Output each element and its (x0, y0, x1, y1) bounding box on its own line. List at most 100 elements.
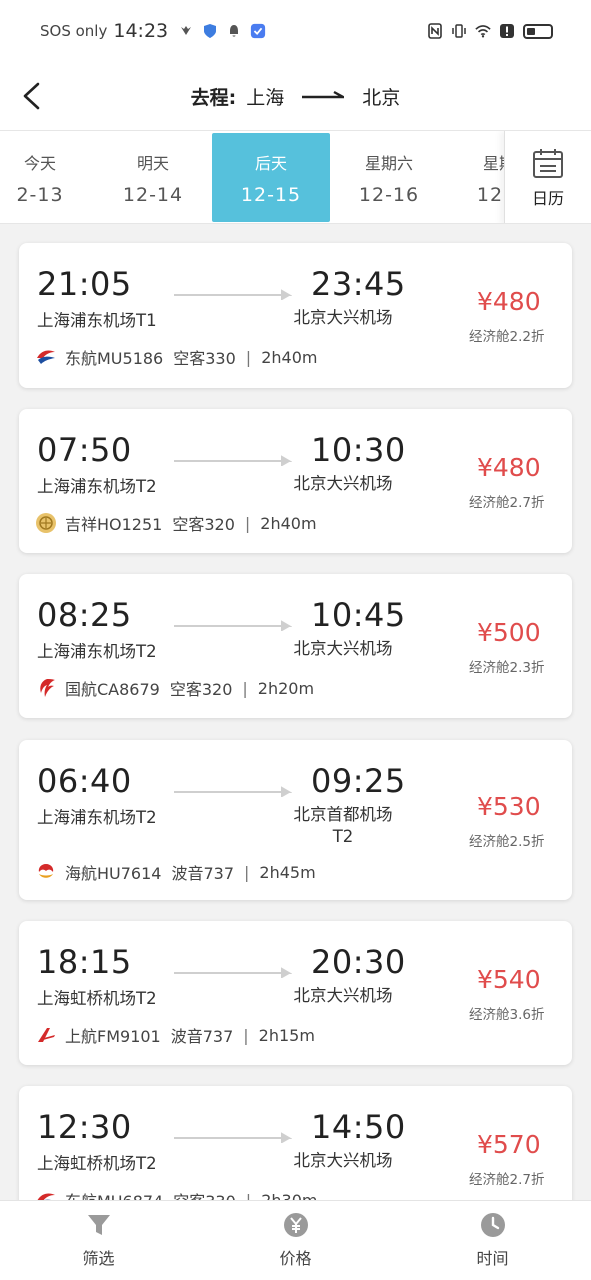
arrival-airport: 北京大兴机场 (293, 639, 393, 658)
ticket-price: ¥500 (477, 618, 541, 647)
flight-card[interactable]: 21:05 上海浦东机场T1 23:45 北京大兴机场 ¥480 经济舱2.2折… (19, 243, 572, 388)
price-sort-button[interactable]: 价格 (197, 1201, 394, 1280)
date-tab-saturday[interactable]: 星期六 12-16 (330, 133, 448, 222)
filter-icon (87, 1215, 110, 1235)
ticket-price: ¥570 (477, 1130, 541, 1159)
cabin-discount: 经济舱2.2折 (469, 329, 545, 345)
flight-arrow-icon (174, 455, 292, 466)
flight-duration: 2h45m (259, 862, 316, 882)
departure-airport: 上海浦东机场T2 (37, 477, 157, 496)
date-tab-tomorrow[interactable]: 明天 12-14 (94, 133, 212, 222)
arrival-time: 10:45 (311, 596, 406, 634)
departure-time: 21:05 (37, 265, 132, 303)
battery-icon (523, 23, 553, 39)
aircraft-type: 空客330 (173, 349, 236, 368)
ticket-price: ¥480 (477, 453, 541, 482)
flight-duration: 2h40m (260, 513, 317, 533)
departure-airport: 上海虹桥机场T2 (37, 989, 157, 1008)
cabin-discount: 经济舱2.7折 (469, 1172, 545, 1188)
arrival-airport: 北京首都机场T2 (293, 805, 393, 846)
flight-duration: 2h30m (261, 1190, 318, 1201)
date-tab-sunday[interactable]: 星期日 12-17 (448, 133, 504, 222)
departure-time: 12:30 (37, 1108, 132, 1146)
clock-icon (480, 1213, 505, 1237)
airline-flight-number: 东航MU5186 (65, 349, 164, 368)
date-tab-day: 星期六 (364, 153, 413, 173)
filter-button[interactable]: 筛选 (0, 1201, 197, 1280)
date-tab-date: 12-17 (476, 183, 504, 206)
bell-icon (230, 25, 239, 37)
aircraft-type: 空客320 (169, 680, 233, 699)
cabin-discount: 经济舱2.3折 (469, 660, 545, 676)
flight-card[interactable]: 18:15 上海虹桥机场T2 20:30 北京大兴机场 ¥540 经济舱3.6折… (19, 921, 572, 1065)
nfc-icon (428, 23, 442, 39)
separator: | (245, 347, 252, 367)
date-tab-day-after[interactable]: 后天 12-15 (212, 133, 330, 222)
time-sort-button[interactable]: 时间 (394, 1201, 591, 1280)
departure-time: 07:50 (37, 431, 132, 469)
back-arrow-icon[interactable] (18, 76, 52, 116)
arrival-time: 20:30 (311, 943, 406, 981)
vibrate-icon (452, 24, 466, 38)
air-china-logo-icon (40, 679, 55, 697)
flight-list[interactable]: 21:05 上海浦东机场T1 23:45 北京大兴机场 ¥480 经济舱2.2折… (0, 224, 591, 1200)
flight-duration: 2h15m (258, 1025, 315, 1045)
arrival-time: 09:25 (311, 762, 406, 800)
price-label: 价格 (279, 1249, 312, 1268)
ticket-price: ¥530 (477, 792, 541, 821)
time-label: 时间 (476, 1249, 509, 1268)
date-tab-today[interactable]: 今天 2-13 (0, 133, 99, 222)
flight-card[interactable]: 12:30 上海虹桥机场T2 14:50 北京大兴机场 ¥570 经济舱2.7折… (19, 1086, 572, 1200)
price-icon (283, 1213, 308, 1237)
app-notification-icon (181, 26, 192, 35)
aircraft-type: 空客330 (173, 1188, 236, 1200)
flight-card[interactable]: 07:50 上海浦东机场T2 10:30 北京大兴机场 ¥480 经济舱2.7折… (19, 409, 572, 553)
calendar-label: 日历 (531, 189, 564, 208)
bottom-toolbar: 筛选 价格 时间 (0, 1200, 591, 1280)
route-title: 去程: 上海 北京 (191, 83, 401, 110)
departure-airport: 上海浦东机场T2 (37, 642, 157, 661)
flight-arrow-icon (174, 786, 292, 797)
date-tab-date: 12-16 (358, 183, 420, 206)
arrival-time: 14:50 (311, 1108, 406, 1146)
flight-arrow-icon (174, 1132, 292, 1143)
airline-flight-number: 上航FM9101 (65, 1027, 161, 1046)
airline-info: 海航HU7614 波音737 | 2h45m (35, 860, 316, 884)
header: 去程: 上海 北京 (0, 62, 591, 130)
date-tab-day: 明天 (136, 153, 169, 173)
airline-flight-number: 吉祥HO1251 (65, 515, 163, 534)
airline-flight-number: 海航HU7614 (65, 864, 162, 883)
departure-airport: 上海虹桥机场T2 (37, 1154, 157, 1173)
cabin-discount: 经济舱3.6折 (469, 1007, 545, 1023)
hainan-airlines-logo-icon (38, 864, 54, 878)
date-tab-date: 2-13 (16, 183, 64, 206)
airline-info: 东航MU6874 空客330 | 2h30m (35, 1188, 317, 1200)
carrier-text: SOS only (40, 22, 108, 40)
airline-info: 东航MU5186 空客330 | 2h40m (35, 345, 317, 369)
clock-time: 14:23 (113, 20, 169, 42)
shanghai-airlines-logo-icon (38, 1028, 55, 1042)
airline-info: 吉祥HO1251 空客320 | 2h40m (35, 511, 317, 535)
date-tabs-scroll[interactable]: 今天 2-13 明天 12-14 后天 12-15 星期六 12-16 星期日 … (0, 131, 504, 223)
trip-label: 去程: (190, 86, 237, 109)
arrival-airport: 北京大兴机场 (293, 308, 393, 327)
filter-label: 筛选 (82, 1249, 115, 1268)
airline-flight-number: 东航MU6874 (65, 1188, 163, 1200)
flight-card[interactable]: 06:40 上海浦东机场T2 09:25 北京首都机场T2 ¥530 经济舱2.… (19, 740, 572, 900)
flight-card[interactable]: 08:25 上海浦东机场T2 10:45 北京大兴机场 ¥500 经济舱2.3折… (19, 574, 572, 718)
aircraft-type: 波音737 (171, 864, 235, 883)
arrival-time: 10:30 (311, 431, 406, 469)
wifi-icon (475, 25, 491, 38)
calendar-button[interactable]: 日历 (504, 131, 591, 223)
calendar-icon (533, 149, 563, 178)
china-eastern-logo-icon (37, 350, 55, 364)
destination-city: 北京 (362, 86, 401, 109)
departure-time: 06:40 (37, 762, 132, 800)
departure-airport: 上海浦东机场T1 (37, 311, 157, 330)
flight-arrow-icon (174, 967, 292, 978)
date-tab-date: 12-15 (240, 183, 302, 206)
juneyao-logo-icon (36, 513, 56, 533)
cabin-discount: 经济舱2.7折 (469, 495, 545, 511)
date-tab-day: 星期日 (482, 153, 504, 173)
shield-icon (204, 24, 217, 38)
